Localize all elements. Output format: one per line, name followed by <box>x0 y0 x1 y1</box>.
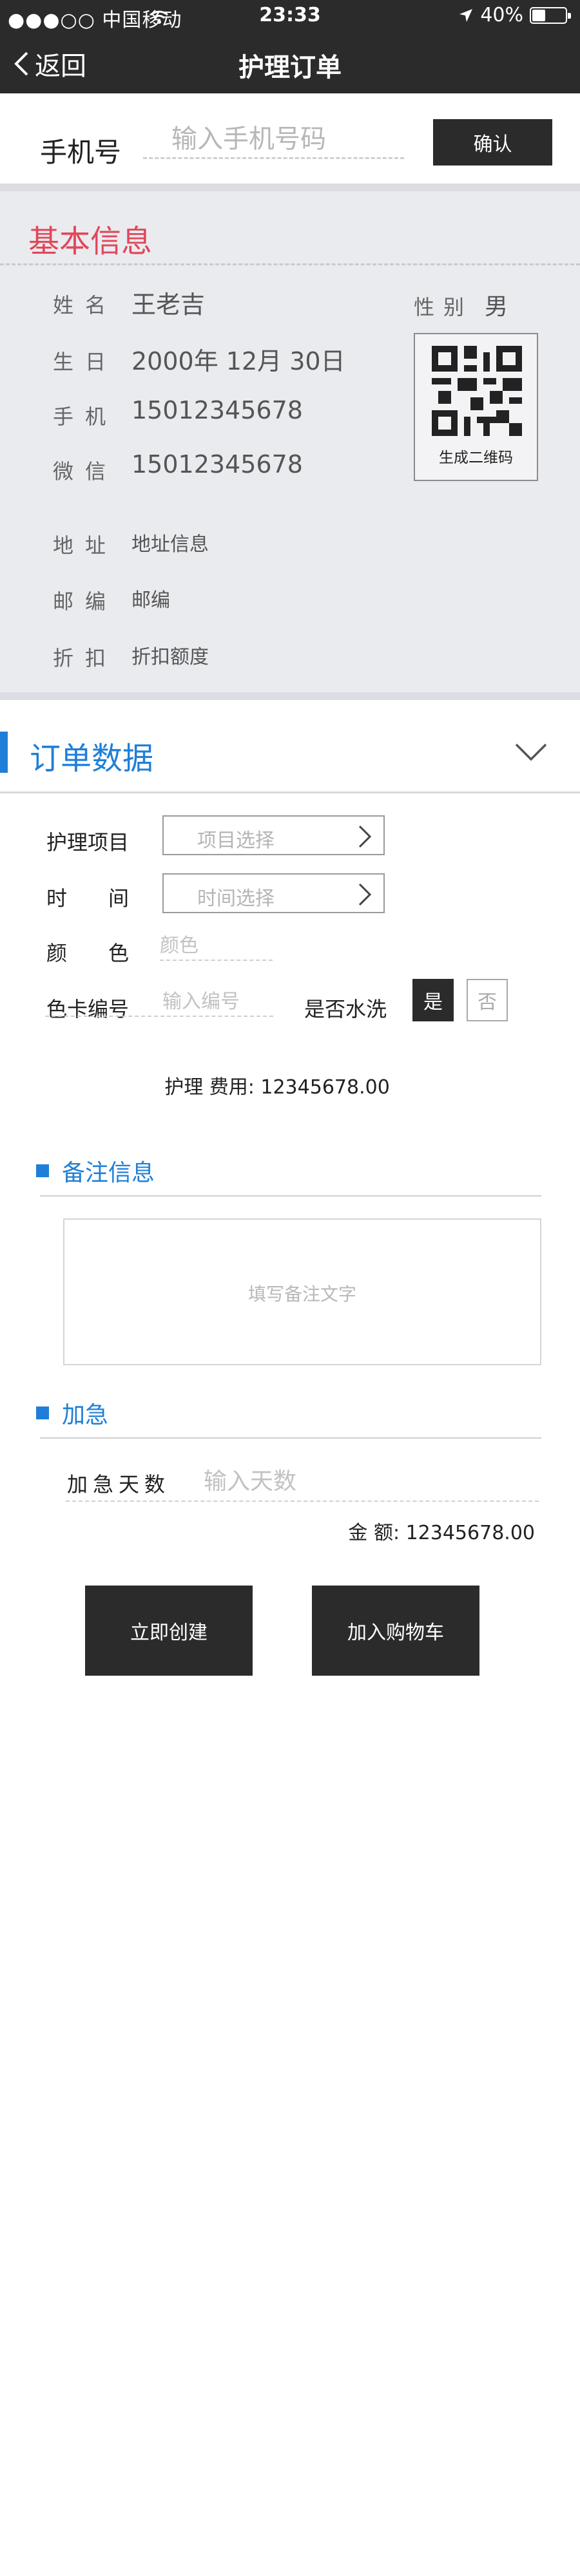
remark-title: 备注信息 <box>62 1160 155 1186</box>
qr-caption: 生成二维码 <box>439 450 513 466</box>
phone-input[interactable] <box>143 120 404 159</box>
project-placeholder: 项目选择 <box>197 829 275 852</box>
chevron-right-icon <box>358 825 372 848</box>
discount-value: 折扣额度 <box>131 646 209 668</box>
divider <box>40 1195 541 1197</box>
color-card-input[interactable] <box>45 987 273 1017</box>
section-divider <box>0 692 580 700</box>
status-bar: ●●●○○ 中国移动 23:33 40% <box>0 0 580 32</box>
birthday-value: 2000年 12月 30日 <box>131 347 345 375</box>
postcode-value: 邮编 <box>131 589 170 612</box>
color-label: 颜 色 <box>46 941 130 965</box>
wash-no-button[interactable]: 否 <box>467 979 508 1021</box>
mobile-label: 手机 <box>53 404 118 429</box>
order-accent-bar <box>0 732 8 773</box>
battery-icon <box>530 6 571 24</box>
project-label: 护理项目 <box>46 830 130 855</box>
add-to-cart-button[interactable]: 加入购物车 <box>312 1586 479 1676</box>
basic-info-section: 基本信息 姓名 王老吉 性别 男 生日 2000年 12月 30日 手机 150… <box>0 184 580 699</box>
postcode-label: 邮编 <box>53 589 118 614</box>
wechat-label: 微信 <box>53 459 118 484</box>
location-arrow-icon <box>459 8 473 22</box>
discount-label: 折扣 <box>53 646 118 670</box>
divider <box>0 263 580 265</box>
battery-status: 40% <box>458 4 571 26</box>
chevron-right-icon <box>358 883 372 906</box>
rush-amount: 金 额: 12345678.00 <box>348 1522 535 1544</box>
name-label: 姓名 <box>53 293 118 317</box>
qr-code-icon <box>432 346 522 436</box>
create-now-button[interactable]: 立即创建 <box>85 1586 253 1676</box>
top-bar: ●●●○○ 中国移动 23:33 40% 返回 护理订单 <box>0 0 580 93</box>
basic-info-title: 基本信息 <box>28 223 153 260</box>
rush-days-label: 加急天数 <box>67 1472 171 1497</box>
phone-label: 手机号 <box>40 137 122 168</box>
page-title: 护理订单 <box>238 53 342 82</box>
generate-qr-button[interactable]: 生成二维码 <box>414 333 538 481</box>
address-label: 地址 <box>53 533 118 558</box>
address-value: 地址信息 <box>131 533 209 556</box>
wash-yes-button[interactable]: 是 <box>412 979 454 1021</box>
color-input[interactable] <box>160 931 273 961</box>
care-fee: 护理 费用: 12345678.00 <box>164 1076 390 1099</box>
divider <box>40 1437 541 1439</box>
project-select[interactable]: 项目选择 <box>162 815 385 855</box>
phone-row: 手机号 确认 <box>0 93 580 184</box>
order-data-title: 订单数据 <box>30 741 154 777</box>
wechat-value: 15012345678 <box>131 450 303 478</box>
time-placeholder: 时间选择 <box>197 887 275 910</box>
gender-value: 男 <box>485 294 508 320</box>
wash-label: 是否水洗 <box>304 997 387 1021</box>
mobile-value: 15012345678 <box>131 396 303 424</box>
order-data-header[interactable]: 订单数据 <box>0 716 580 793</box>
remark-textarea[interactable] <box>63 1218 541 1365</box>
time-select[interactable]: 时间选择 <box>162 873 385 913</box>
battery-fill <box>532 9 545 21</box>
rush-marker <box>36 1406 49 1419</box>
confirm-button[interactable]: 确认 <box>433 119 552 166</box>
birthday-label: 生日 <box>53 350 118 374</box>
rush-title: 加急 <box>62 1402 109 1428</box>
chevron-down-icon[interactable] <box>514 742 548 762</box>
battery-percent: 40% <box>480 4 523 26</box>
remark-marker <box>36 1164 49 1177</box>
gender-label: 性别 <box>414 295 474 319</box>
time-label: 时 间 <box>46 886 130 911</box>
name-value: 王老吉 <box>131 290 206 319</box>
